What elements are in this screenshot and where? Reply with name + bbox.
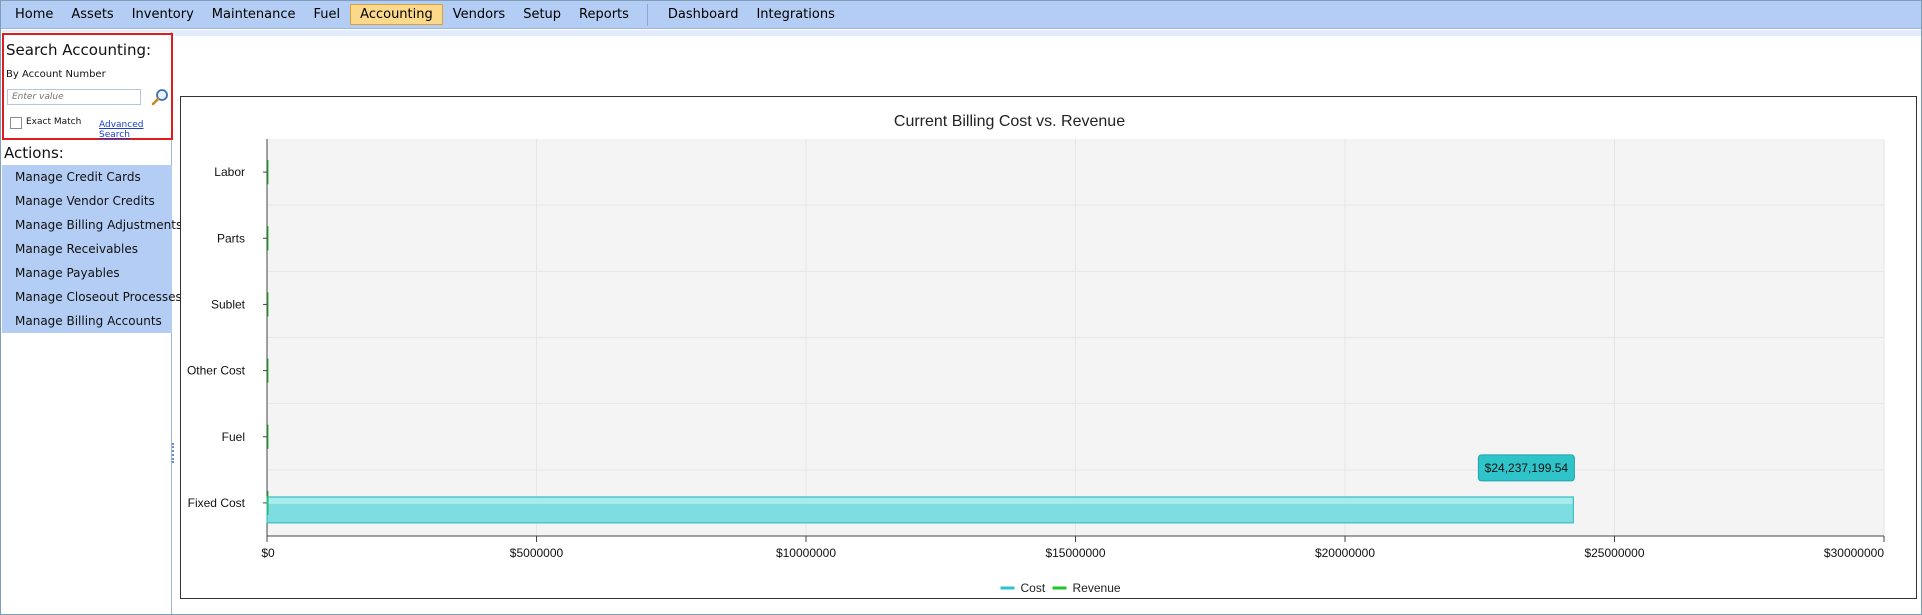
menu-item-integrations[interactable]: Integrations bbox=[748, 4, 842, 25]
action-manage-closeout-processes[interactable]: Manage Closeout Processes bbox=[2, 285, 182, 309]
exact-match-checkbox[interactable] bbox=[10, 117, 22, 129]
action-manage-credit-cards[interactable]: Manage Credit Cards bbox=[2, 165, 172, 189]
category-label: Parts bbox=[217, 231, 245, 245]
actions-title: Actions: bbox=[4, 144, 64, 162]
category-label: Sublet bbox=[211, 297, 246, 311]
menu-item-accounting[interactable]: Accounting bbox=[350, 4, 443, 25]
menu-item-inventory[interactable]: Inventory bbox=[124, 4, 202, 25]
search-subtitle: By Account Number bbox=[6, 69, 106, 80]
search-accounting-panel: Search Accounting: By Account Number Exa… bbox=[2, 33, 173, 140]
action-manage-receivables[interactable]: Manage Receivables bbox=[2, 237, 172, 261]
menu-item-setup[interactable]: Setup bbox=[515, 4, 569, 25]
panel-splitter-handle[interactable] bbox=[172, 443, 175, 463]
billing-chart-panel: Current Billing Cost vs. Revenue $0 $50000… bbox=[180, 96, 1917, 599]
category-label: Other Cost bbox=[187, 364, 246, 378]
category-label: Labor bbox=[214, 165, 245, 179]
action-manage-vendor-credits[interactable]: Manage Vendor Credits bbox=[2, 189, 172, 213]
search-title: Search Accounting: bbox=[6, 41, 152, 59]
menu-item-vendors[interactable]: Vendors bbox=[445, 4, 513, 25]
action-manage-billing-adjustments[interactable]: Manage Billing Adjustments bbox=[2, 213, 182, 237]
left-panel: Search Accounting: By Account Number Exa… bbox=[1, 32, 182, 614]
main-menu-bar: Home Assets Inventory Maintenance Fuel Accoun… bbox=[1, 1, 1921, 29]
x-tick-label: $15000000 bbox=[1045, 546, 1105, 560]
exact-match-label: Exact Match bbox=[26, 117, 82, 127]
menu-item-assets[interactable]: Assets bbox=[63, 4, 121, 25]
menu-separator bbox=[646, 3, 648, 26]
x-tick-label: $30000000 bbox=[1824, 546, 1884, 560]
x-tick-label: $5000000 bbox=[510, 546, 564, 560]
x-tick-label: $0 bbox=[261, 546, 275, 560]
x-tick-label: $25000000 bbox=[1584, 546, 1644, 560]
menu-item-dashboard[interactable]: Dashboard bbox=[660, 4, 747, 25]
x-tick-label: $20000000 bbox=[1315, 546, 1375, 560]
legend-cost-label: Cost bbox=[1021, 581, 1046, 595]
value-tooltip-text: $24,237,199.54 bbox=[1485, 461, 1569, 475]
magnifier-icon bbox=[151, 89, 168, 106]
account-number-input[interactable] bbox=[7, 89, 141, 105]
action-manage-payables[interactable]: Manage Payables bbox=[2, 261, 172, 285]
actions-list: Manage Credit Cards Manage Vendor Credits… bbox=[2, 165, 182, 333]
menu-item-fuel[interactable]: Fuel bbox=[306, 4, 349, 25]
menu-strip bbox=[1, 30, 1921, 36]
chart-title: Current Billing Cost vs. Revenue bbox=[894, 113, 1125, 130]
category-label: Fuel bbox=[222, 430, 245, 444]
cost-bar-highlight bbox=[268, 497, 1573, 504]
search-button[interactable] bbox=[150, 87, 170, 107]
advanced-search-link[interactable]: Advanced Search bbox=[99, 120, 171, 140]
legend-revenue-label: Revenue bbox=[1073, 581, 1121, 595]
menu-item-home[interactable]: Home bbox=[7, 4, 61, 25]
category-label: Fixed Cost bbox=[188, 496, 246, 510]
menu-item-maintenance[interactable]: Maintenance bbox=[204, 4, 304, 25]
action-manage-billing-accounts[interactable]: Manage Billing Accounts bbox=[2, 309, 172, 333]
billing-chart: Current Billing Cost vs. Revenue $0 $50000… bbox=[187, 113, 1885, 595]
menu-item-reports[interactable]: Reports bbox=[571, 4, 637, 25]
x-tick-label: $10000000 bbox=[776, 546, 836, 560]
